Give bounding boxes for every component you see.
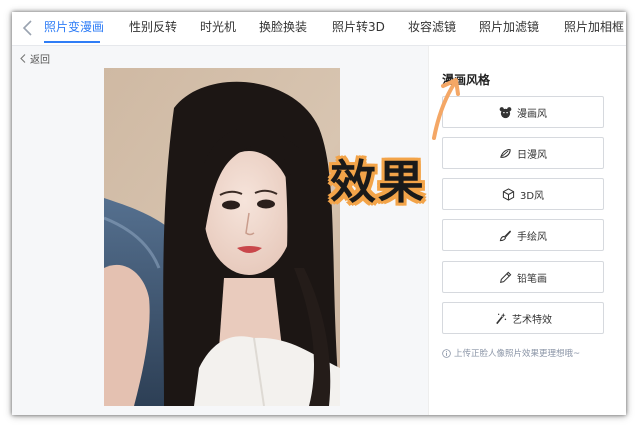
- style-button-hand-drawn[interactable]: 手绘风: [442, 219, 604, 251]
- style-button-art-effect[interactable]: 艺术特效: [442, 302, 604, 334]
- style-button-label: 漫画风: [517, 108, 547, 120]
- brush-icon: [499, 229, 512, 241]
- tab-photo-to-comic[interactable]: 照片变漫画: [44, 20, 104, 35]
- preview-area: 返回: [12, 46, 428, 415]
- leaf-swirl-icon: [500, 148, 511, 158]
- magic-wand-icon: [496, 312, 507, 324]
- info-icon: [442, 348, 451, 358]
- style-button-3d[interactable]: 3D风: [442, 178, 604, 210]
- style-button-pencil[interactable]: 铅笔画: [442, 261, 604, 293]
- annotation-arrow: [432, 78, 460, 140]
- style-button-label: 铅笔画: [517, 273, 547, 285]
- tab-photo-to-3d[interactable]: 照片转3D: [332, 20, 385, 35]
- tab-makeup-filter[interactable]: 妆容滤镜: [408, 20, 456, 35]
- style-button-label: 艺术特效: [512, 314, 552, 326]
- bear-face-icon: [499, 106, 512, 118]
- cube-icon: [502, 187, 515, 201]
- style-button-label: 手绘风: [517, 231, 547, 243]
- back-button[interactable]: 返回: [20, 51, 50, 66]
- style-button-label: 日漫风: [517, 149, 547, 161]
- tab-photo-frame[interactable]: 照片加相框: [564, 20, 624, 35]
- effect-label-overlay: 效果: [330, 155, 426, 209]
- pencil-icon: [500, 271, 512, 283]
- portrait-photo: [104, 68, 340, 406]
- tab-bar: 照片变漫画 性别反转 时光机 换脸换装 照片转3D 妆容滤镜 照片加滤镜 照片加…: [12, 12, 626, 46]
- chevron-left-icon: [20, 54, 26, 63]
- tab-gender-swap[interactable]: 性别反转: [129, 20, 177, 35]
- upload-hint: 上传正脸人像照片效果更理想哦~: [442, 347, 580, 359]
- tab-photo-filter[interactable]: 照片加滤镜: [479, 20, 539, 35]
- back-label: 返回: [30, 55, 50, 66]
- style-button-label: 3D风: [519, 190, 545, 202]
- app-window: 照片变漫画 性别反转 时光机 换脸换装 照片转3D 妆容滤镜 照片加滤镜 照片加…: [12, 12, 626, 415]
- active-tab-indicator: [44, 41, 100, 43]
- tab-face-swap[interactable]: 换脸换装: [259, 20, 307, 35]
- tab-time-machine[interactable]: 时光机: [200, 20, 236, 35]
- chevron-left-icon[interactable]: [20, 19, 36, 37]
- hint-text: 上传正脸人像照片效果更理想哦~: [454, 349, 581, 359]
